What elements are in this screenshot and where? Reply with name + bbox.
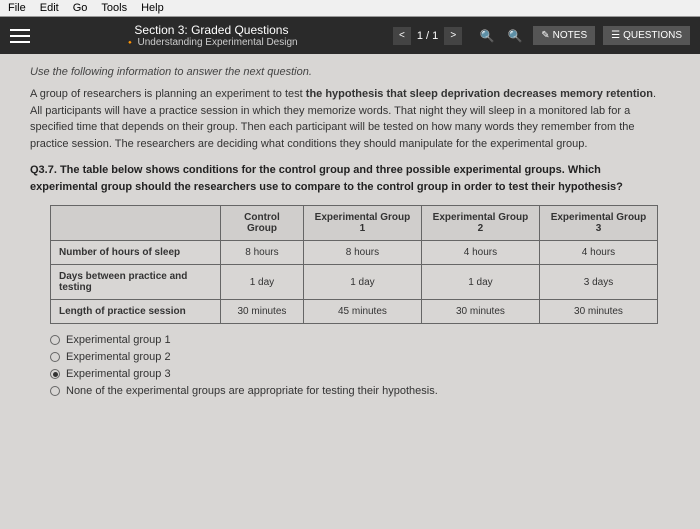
page-indicator: 1 / 1 (417, 30, 438, 42)
radio-icon (50, 352, 60, 362)
notes-button[interactable]: ✎ NOTES (533, 26, 595, 45)
radio-icon (50, 369, 60, 379)
question-text: Q3.7. The table below shows conditions f… (30, 162, 670, 195)
content-area: Use the following information to answer … (0, 54, 700, 529)
passage-text: A group of researchers is planning an ex… (30, 86, 670, 152)
menu-tools[interactable]: Tools (101, 2, 127, 14)
instruction-text: Use the following information to answer … (30, 66, 670, 78)
zoom-out-icon[interactable]: 🔍 (477, 26, 497, 46)
menu-edit[interactable]: Edit (40, 2, 59, 14)
conditions-table: Control Group Experimental Group 1 Exper… (50, 205, 658, 324)
table-row: Number of hours of sleep 8 hours 8 hours… (51, 241, 658, 265)
option-a[interactable]: Experimental group 1 (50, 334, 670, 346)
questions-button[interactable]: ☰ QUESTIONS (603, 26, 690, 45)
table-header-row: Control Group Experimental Group 1 Exper… (51, 206, 658, 241)
app-header: Section 3: Graded Questions Understandin… (0, 17, 700, 54)
zoom-in-icon[interactable]: 🔍 (505, 26, 525, 46)
menu-help[interactable]: Help (141, 2, 164, 14)
hamburger-icon[interactable] (10, 29, 30, 43)
menu-file[interactable]: File (8, 2, 26, 14)
section-title: Section 3: Graded Questions (45, 23, 378, 37)
page-nav: < 1 / 1 > (393, 27, 462, 45)
option-d[interactable]: None of the experimental groups are appr… (50, 385, 670, 397)
table-row: Days between practice and testing 1 day … (51, 265, 658, 300)
radio-icon (50, 335, 60, 345)
table-row: Length of practice session 30 minutes 45… (51, 300, 658, 324)
section-subtitle: Understanding Experimental Design (45, 37, 378, 48)
answer-options: Experimental group 1 Experimental group … (50, 334, 670, 397)
radio-icon (50, 386, 60, 396)
option-b[interactable]: Experimental group 2 (50, 351, 670, 363)
header-right: 🔍 🔍 ✎ NOTES ☰ QUESTIONS (477, 26, 690, 46)
header-center: Section 3: Graded Questions Understandin… (45, 23, 378, 48)
option-c[interactable]: Experimental group 3 (50, 368, 670, 380)
window-menu: File Edit Go Tools Help (0, 0, 700, 17)
prev-button[interactable]: < (393, 27, 411, 45)
menu-go[interactable]: Go (73, 2, 88, 14)
next-button[interactable]: > (444, 27, 462, 45)
